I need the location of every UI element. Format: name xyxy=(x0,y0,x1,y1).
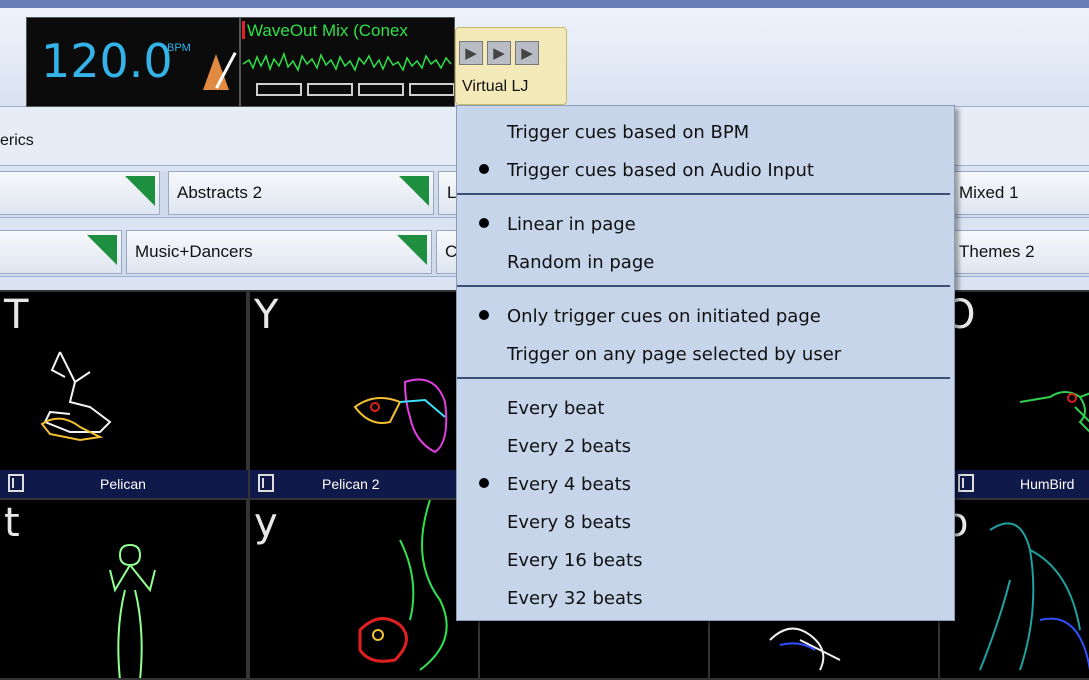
cue-caption: Pelican xyxy=(0,470,248,498)
menu-separator xyxy=(457,193,950,195)
menu-item-every-16-beats[interactable]: Every 16 beats xyxy=(457,541,954,579)
menu-item-every-beat[interactable]: Every beat xyxy=(457,389,954,427)
menu-item-any-page[interactable]: Trigger on any page selected by user xyxy=(457,335,954,373)
menu-item-linear[interactable]: Linear in page xyxy=(457,205,954,243)
menu-separator xyxy=(457,285,950,287)
cue-name: Pelican 2 xyxy=(322,476,380,492)
dancer-laser-icon xyxy=(109,543,156,678)
virtual-lj-label: Virtual LJ xyxy=(462,78,529,95)
cue-caption: Pelican 2 xyxy=(250,470,456,498)
cue-cell-humbird[interactable]: O xyxy=(938,290,1089,500)
page-tab[interactable] xyxy=(0,230,122,274)
cue-cell[interactable]: y xyxy=(248,498,480,680)
pelican-laser-icon xyxy=(40,351,112,442)
play-icon: ▶ xyxy=(459,41,483,65)
play-icon: ▶ xyxy=(487,41,511,65)
menu-item-every-32-beats[interactable]: Every 32 beats xyxy=(457,579,954,617)
level-meters xyxy=(256,83,454,96)
bpm-display[interactable]: 120.0 BPM xyxy=(26,17,240,107)
cue-name: HumBird xyxy=(1020,476,1075,492)
page-tab-abstracts-2[interactable]: Abstracts 2 xyxy=(168,171,434,215)
menu-item-every-4-beats[interactable]: Every 4 beats xyxy=(457,465,954,503)
radio-bullet-icon xyxy=(479,478,489,488)
page-tab[interactable] xyxy=(0,171,160,215)
cue-cell-pelican[interactable]: T xyxy=(0,290,248,500)
level-marker xyxy=(242,21,245,39)
cue-key: y xyxy=(254,500,278,546)
cue-cell[interactable]: o xyxy=(938,498,1089,680)
menu-item-initiated-page[interactable]: Only trigger cues on initiated page xyxy=(457,297,954,335)
cue-key: t xyxy=(4,500,20,546)
cue-name: Pelican xyxy=(100,476,146,492)
title-bar-strip xyxy=(0,0,1089,8)
hummingbird-laser-icon xyxy=(1020,391,1089,433)
film-icon xyxy=(958,474,974,492)
animal-laser-icon xyxy=(979,522,1089,671)
audio-input-monitor[interactable]: WaveOut Mix (Conex xyxy=(240,17,455,107)
page-tab-music-dancers[interactable]: Music+Dancers xyxy=(126,230,432,274)
bpm-value: 120.0 xyxy=(41,34,173,88)
bpm-unit: BPM xyxy=(167,42,191,54)
play-icon: ▶ xyxy=(515,41,539,65)
menu-item-random[interactable]: Random in page xyxy=(457,243,954,281)
page-indicator-icon xyxy=(125,176,155,206)
menu-item-trigger-bpm[interactable]: Trigger cues based on BPM xyxy=(457,113,954,151)
radio-bullet-icon xyxy=(479,218,489,228)
cue-caption: HumBird xyxy=(950,470,1089,498)
virtual-lj-button[interactable]: ▶ ▶ ▶ Virtual LJ xyxy=(455,27,567,105)
page-tab-themes-2[interactable]: Themes 2 xyxy=(950,230,1089,274)
menu-item-every-2-beats[interactable]: Every 2 beats xyxy=(457,427,954,465)
film-icon xyxy=(8,474,24,492)
page-tab-mixed-1[interactable]: Mixed 1 xyxy=(950,171,1089,215)
menu-item-every-8-beats[interactable]: Every 8 beats xyxy=(457,503,954,541)
film-icon xyxy=(258,474,274,492)
radio-bullet-icon xyxy=(479,164,489,174)
page-indicator-icon xyxy=(397,235,427,265)
menu-item-trigger-audio[interactable]: Trigger cues based on Audio Input xyxy=(457,151,954,189)
menu-separator xyxy=(457,377,950,379)
virtual-lj-menu: Trigger cues based on BPM Trigger cues b… xyxy=(456,105,955,621)
audio-input-label: WaveOut Mix (Conex xyxy=(247,21,408,40)
cue-cell[interactable]: t xyxy=(0,498,248,680)
page-indicator-icon xyxy=(399,176,429,206)
cue-key: T xyxy=(4,292,29,338)
radio-bullet-icon xyxy=(479,310,489,320)
cue-key: Y xyxy=(254,292,279,338)
page-indicator-icon xyxy=(87,235,117,265)
cue-cell-pelican-2[interactable]: Y xyxy=(248,290,480,500)
waveform-icon xyxy=(242,51,452,72)
figure-laser-icon xyxy=(769,627,841,671)
category-label[interactable]: erics xyxy=(0,132,34,150)
